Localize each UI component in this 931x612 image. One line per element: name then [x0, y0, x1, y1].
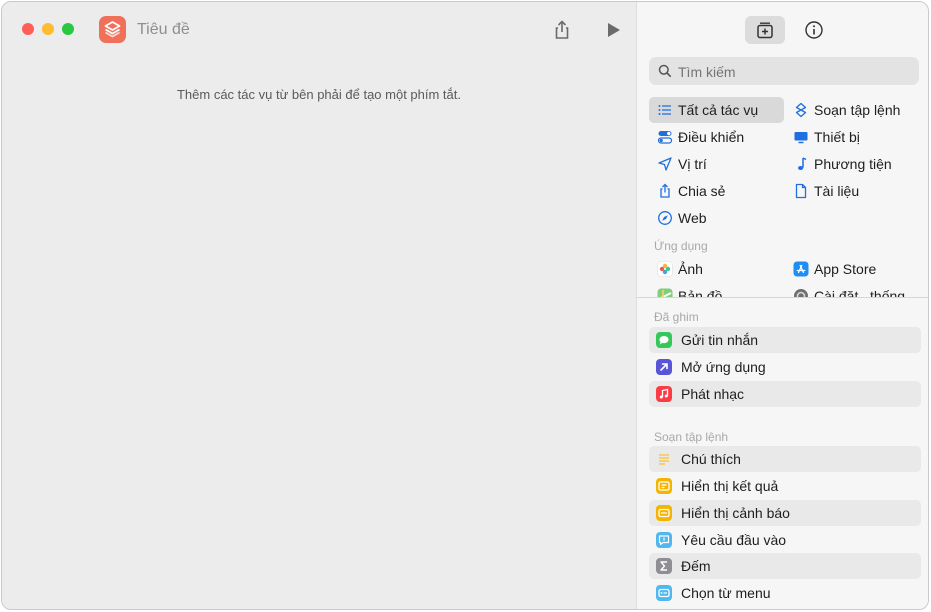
library-divider — [637, 297, 928, 298]
shortcut-editor[interactable]: Tiêu đề Thêm các tác vụ từ bên phải để t… — [2, 2, 636, 609]
toggle-icon — [657, 131, 673, 144]
apps-list-overflow: Bản đồ Cài đặt...thống — [637, 282, 928, 297]
category-documents[interactable]: Tài liệu — [785, 178, 925, 204]
action-show-alert[interactable]: Hiển thị cảnh báo — [649, 500, 921, 526]
library-tab-details[interactable] — [794, 16, 834, 44]
category-sharing[interactable]: Chia sẻ — [649, 178, 784, 204]
ask-input-icon — [656, 532, 672, 548]
search-input[interactable] — [678, 64, 908, 80]
list-icon — [658, 105, 671, 115]
play-icon — [608, 23, 620, 37]
library-tab-actions[interactable] — [745, 16, 785, 44]
comment-lines-icon — [656, 451, 672, 467]
minimize-window-button[interactable] — [42, 23, 54, 35]
action-play-music[interactable]: Phát nhạc — [649, 381, 921, 407]
category-media[interactable]: Phương tiện — [785, 151, 925, 177]
action-ask-for-input[interactable]: Yêu cầu đầu vào — [649, 527, 921, 553]
menu-icon — [656, 585, 672, 601]
app-photos[interactable]: Ảnh — [649, 256, 784, 282]
apps-section-heading: Ứng dụng — [654, 239, 708, 253]
info-icon — [805, 21, 823, 39]
music-note-icon — [798, 157, 807, 170]
action-send-message[interactable]: Gửi tin nhắn — [649, 327, 921, 353]
app-store-icon — [793, 261, 809, 277]
location-arrow-icon — [658, 157, 672, 171]
close-window-button[interactable] — [22, 23, 34, 35]
document-icon — [795, 183, 807, 199]
shortcut-icon[interactable] — [99, 16, 126, 43]
shortcuts-window: Tiêu đề Thêm các tác vụ từ bên phải để t… — [1, 1, 929, 610]
display-icon — [794, 132, 808, 144]
show-result-icon — [656, 478, 672, 494]
share-icon — [555, 20, 569, 39]
search-field[interactable] — [649, 57, 919, 85]
action-library: Tất cả tác vụ Soạn tập lệnh Điều khiển T… — [636, 2, 928, 609]
maximize-window-button[interactable] — [62, 23, 74, 35]
action-count[interactable]: Đếm — [649, 553, 921, 579]
photos-icon — [657, 261, 673, 277]
app-app-store[interactable]: App Store — [785, 256, 925, 282]
search-icon — [658, 64, 672, 78]
category-web[interactable]: Web — [649, 205, 784, 231]
category-scripting[interactable]: Soạn tập lệnh — [785, 97, 925, 123]
messages-icon — [656, 332, 672, 348]
category-all-actions[interactable]: Tất cả tác vụ — [649, 97, 784, 123]
shortcuts-logo-icon — [104, 21, 121, 38]
share-button[interactable] — [550, 18, 574, 42]
app-maps[interactable]: Bản đồ — [649, 283, 784, 297]
action-open-app[interactable]: Mở ứng dụng — [649, 354, 921, 380]
maps-icon — [657, 288, 673, 297]
action-choose-from-menu[interactable]: Chọn từ menu — [649, 580, 921, 606]
compass-icon — [658, 211, 672, 225]
empty-shortcut-hint: Thêm các tác vụ từ bên phải để tạo một p… — [176, 87, 461, 102]
category-location[interactable]: Vị trí — [649, 151, 784, 177]
pinned-section-heading: Đã ghim — [654, 310, 699, 324]
category-device[interactable]: Thiết bị — [785, 124, 925, 150]
scripting-icon — [795, 102, 807, 118]
add-action-icon — [757, 22, 773, 39]
action-show-result[interactable]: Hiển thị kết quả — [649, 473, 921, 499]
music-icon — [656, 386, 672, 402]
alert-icon — [656, 505, 672, 521]
run-button[interactable] — [602, 18, 626, 42]
category-control[interactable]: Điều khiển — [649, 124, 784, 150]
share-icon — [660, 183, 670, 198]
sigma-icon — [656, 558, 672, 574]
scripting-section-heading: Soạn tập lệnh — [654, 430, 729, 444]
action-comment[interactable]: Chú thích — [649, 446, 921, 472]
settings-gear-icon — [794, 289, 808, 297]
shortcut-title[interactable]: Tiêu đề — [137, 21, 190, 39]
open-app-icon — [656, 359, 672, 375]
app-system-settings[interactable]: Cài đặt...thống — [785, 283, 925, 297]
